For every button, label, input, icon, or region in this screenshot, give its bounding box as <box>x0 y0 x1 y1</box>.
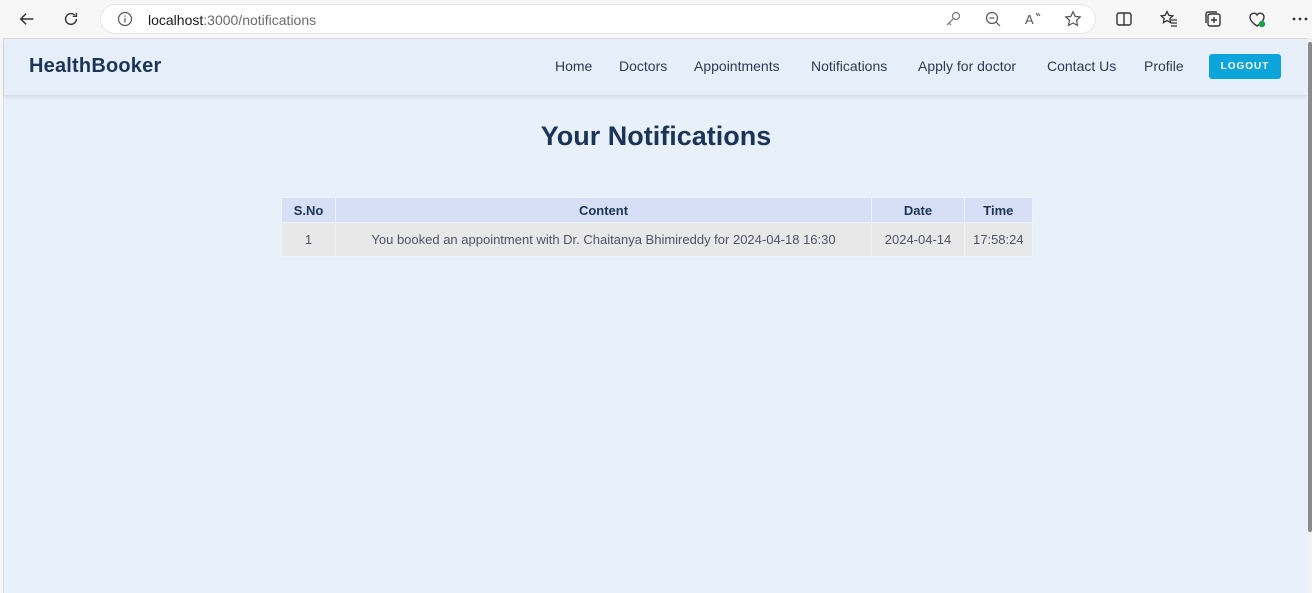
url-text[interactable]: localhost:3000/notifications <box>148 12 316 28</box>
table-header-row: S.No Content Date Time <box>281 197 1033 223</box>
nav-home[interactable]: Home <box>555 58 592 74</box>
favorite-star-icon[interactable] <box>1064 10 1082 28</box>
info-icon[interactable] <box>117 11 133 27</box>
browser-toolbar: localhost:3000/notifications A <box>0 0 1312 38</box>
cell-content: You booked an appointment with Dr. Chait… <box>335 222 872 257</box>
collections-icon[interactable] <box>1203 9 1223 29</box>
read-aloud-icon[interactable]: A <box>1024 10 1042 28</box>
nav-appointments[interactable]: Appointments <box>694 58 780 74</box>
url-path: :3000/notifications <box>203 12 317 28</box>
nav-notifications[interactable]: Notifications <box>811 58 887 74</box>
url-host: localhost <box>148 12 204 28</box>
browser-essentials-icon[interactable] <box>1247 9 1267 29</box>
nav-apply-for-doctor[interactable]: Apply for doctor <box>918 58 1016 74</box>
brand-logo[interactable]: HealthBooker <box>29 55 161 78</box>
cell-time: 17:58:24 <box>964 222 1033 257</box>
nav-profile[interactable]: Profile <box>1144 58 1184 74</box>
app-header: HealthBooker Home Doctors Appointments N… <box>4 39 1308 95</box>
scrollbar-thumb[interactable] <box>1308 42 1312 532</box>
notifications-table: S.No Content Date Time 1 You booked an a… <box>281 197 1033 257</box>
page-title: Your Notifications <box>540 121 772 151</box>
cell-date: 2024-04-14 <box>871 222 965 257</box>
column-header-date: Date <box>871 197 965 223</box>
refresh-icon[interactable] <box>59 7 83 31</box>
column-header-content: Content <box>335 197 872 223</box>
address-bar[interactable]: localhost:3000/notifications A <box>100 4 1096 34</box>
page-scrollbar[interactable] <box>1307 38 1312 593</box>
more-icon[interactable] <box>1290 9 1310 29</box>
favorites-icon[interactable] <box>1159 9 1179 29</box>
zoom-out-icon[interactable] <box>984 10 1002 28</box>
key-icon[interactable] <box>944 10 962 28</box>
logout-button[interactable]: LOGOUT <box>1209 54 1281 79</box>
column-header-time: Time <box>964 197 1033 223</box>
split-screen-icon[interactable] <box>1114 9 1134 29</box>
nav-contact-us[interactable]: Contact Us <box>1047 58 1116 74</box>
table-row: 1 You booked an appointment with Dr. Cha… <box>281 222 1033 257</box>
column-header-sno: S.No <box>281 197 336 223</box>
back-icon[interactable] <box>15 7 39 31</box>
page-viewport: HealthBooker Home Doctors Appointments N… <box>3 38 1308 593</box>
nav-doctors[interactable]: Doctors <box>619 58 667 74</box>
svg-text:A: A <box>1025 12 1034 27</box>
cell-sno: 1 <box>281 222 336 257</box>
